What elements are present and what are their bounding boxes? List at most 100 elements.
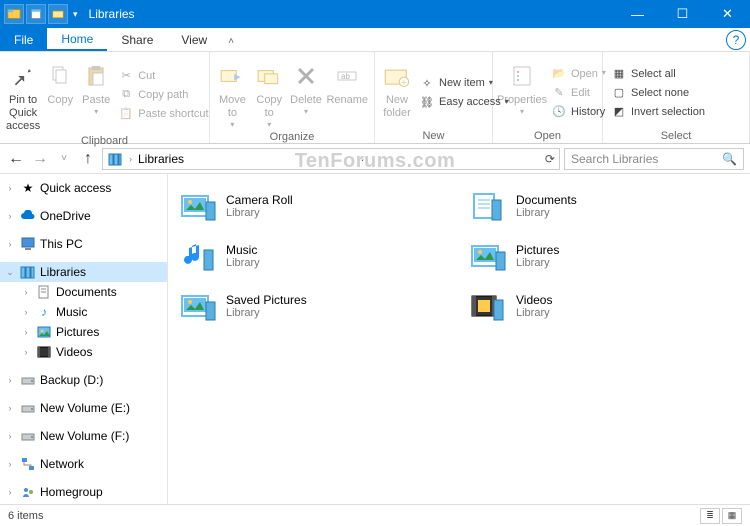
group-label-open: Open	[499, 129, 596, 143]
invert-icon: ◩	[611, 104, 627, 120]
address-dropdown-icon[interactable]: ˅	[360, 154, 365, 164]
chevron-right-icon[interactable]: ›	[4, 211, 16, 221]
nav-music[interactable]: ›♪Music	[0, 302, 167, 322]
chevron-right-icon[interactable]: ›	[4, 487, 16, 497]
library-item-videos[interactable]: VideosLibrary	[464, 284, 744, 328]
select-none-icon: ▢	[611, 85, 627, 101]
tab-file[interactable]: File	[0, 28, 47, 51]
saved-pictures-icon	[178, 288, 218, 324]
library-item-saved-pictures[interactable]: Saved PicturesLibrary	[174, 284, 454, 328]
nav-quick-access[interactable]: ›★Quick access	[0, 178, 167, 198]
nav-backup-d[interactable]: ›Backup (D:)	[0, 370, 167, 390]
rename-icon: ab	[331, 60, 363, 92]
videos-lib-icon	[468, 288, 508, 324]
chevron-right-icon[interactable]: ›	[4, 459, 16, 469]
edit-button[interactable]: ✎Edit	[549, 84, 608, 102]
chevron-down-icon: ▾	[304, 107, 308, 117]
nav-libraries[interactable]: ⌄Libraries	[0, 262, 167, 282]
address-segment[interactable]: Libraries	[138, 152, 184, 166]
chevron-right-icon[interactable]: ›	[129, 154, 132, 164]
chevron-right-icon[interactable]: ›	[20, 287, 32, 297]
open-button[interactable]: 📂Open ▾	[549, 65, 608, 83]
nav-videos[interactable]: ›Videos	[0, 342, 167, 362]
chevron-right-icon[interactable]: ›	[20, 327, 32, 337]
delete-button[interactable]: Delete▾	[290, 56, 323, 130]
navigation-pane[interactable]: ›★Quick access ›OneDrive ›This PC ⌄Libra…	[0, 174, 168, 504]
help-icon[interactable]: ?	[726, 30, 746, 50]
nav-documents[interactable]: ›Documents	[0, 282, 167, 302]
ribbon: Pin to Quick access Copy Paste ▾ ✂Cut ⧉C…	[0, 52, 750, 144]
chevron-right-icon[interactable]: ›	[4, 403, 16, 413]
nav-network[interactable]: ›Network	[0, 454, 167, 474]
chevron-right-icon[interactable]: ›	[20, 307, 32, 317]
select-all-button[interactable]: ▦Select all	[609, 65, 707, 83]
chevron-right-icon[interactable]: ›	[4, 375, 16, 385]
chevron-right-icon[interactable]: ›	[4, 431, 16, 441]
move-to-button[interactable]: Move to▾	[216, 56, 249, 130]
close-button[interactable]: ✕	[705, 0, 750, 28]
copy-to-icon	[253, 60, 285, 92]
tab-view[interactable]: View	[167, 28, 221, 51]
copy-to-button[interactable]: Copy to▾	[253, 56, 286, 130]
ribbon-tabs: File Home Share View ˄ ?	[0, 28, 750, 52]
nav-newvol-f[interactable]: ›New Volume (F:)	[0, 426, 167, 446]
camera-roll-icon	[178, 188, 218, 224]
drive-icon	[20, 428, 36, 444]
recent-locations-button[interactable]: ˅	[54, 149, 74, 169]
nav-onedrive[interactable]: ›OneDrive	[0, 206, 167, 226]
nav-homegroup[interactable]: ›Homegroup	[0, 482, 167, 502]
tab-home[interactable]: Home	[47, 28, 107, 51]
window-title: Libraries	[89, 7, 135, 21]
search-input[interactable]: Search Libraries 🔍	[564, 148, 744, 170]
search-icon[interactable]: 🔍	[722, 152, 737, 166]
homegroup-icon	[20, 484, 36, 500]
properties-button[interactable]: Properties▾	[499, 56, 545, 129]
qat-dropdown-icon[interactable]: ▾	[70, 9, 81, 20]
back-button[interactable]: ←	[6, 149, 26, 169]
history-button[interactable]: 🕓History	[549, 103, 608, 121]
library-item-camera-roll[interactable]: Camera RollLibrary	[174, 184, 454, 228]
paste-shortcut-button[interactable]: 📋Paste shortcut	[116, 105, 210, 123]
library-item-music[interactable]: MusicLibrary	[174, 234, 454, 278]
up-button[interactable]: ↑	[78, 149, 98, 169]
status-count: 6 items	[8, 510, 43, 522]
refresh-button[interactable]: ⟳	[545, 152, 555, 166]
invert-selection-button[interactable]: ◩Invert selection	[609, 103, 707, 121]
maximize-button[interactable]: ☐	[660, 0, 705, 28]
view-large-icons-button[interactable]: ▦	[722, 508, 742, 524]
library-item-documents[interactable]: DocumentsLibrary	[464, 184, 744, 228]
select-none-button[interactable]: ▢Select none	[609, 84, 707, 102]
chevron-down-icon[interactable]: ⌄	[4, 267, 16, 278]
pin-quick-access-button[interactable]: Pin to Quick access	[6, 56, 40, 134]
cut-button[interactable]: ✂Cut	[116, 67, 210, 85]
library-item-pictures[interactable]: PicturesLibrary	[464, 234, 744, 278]
music-icon: ♪	[36, 304, 52, 320]
rename-button[interactable]: ab Rename	[326, 56, 368, 130]
collapse-ribbon-icon[interactable]: ˄	[221, 31, 241, 51]
address-bar: ← → ˅ ↑ › Libraries ˅ ⟳ Search Libraries…	[0, 144, 750, 174]
copy-button[interactable]: Copy	[44, 56, 76, 134]
nav-pictures[interactable]: ›Pictures	[0, 322, 167, 342]
easy-access-icon: ⛓	[419, 94, 435, 110]
group-label-new: New	[381, 129, 486, 143]
forward-button[interactable]: →	[30, 149, 50, 169]
chevron-right-icon[interactable]: ›	[4, 183, 16, 193]
pin-icon	[7, 60, 39, 92]
pictures-icon	[36, 324, 52, 340]
content-pane[interactable]: Camera RollLibrary DocumentsLibrary Musi…	[168, 174, 750, 504]
copy-path-button[interactable]: ⧉Copy path	[116, 86, 210, 104]
chevron-right-icon[interactable]: ›	[4, 239, 16, 249]
svg-text:+: +	[401, 77, 406, 87]
minimize-button[interactable]: —	[615, 0, 660, 28]
view-details-button[interactable]: ≣	[700, 508, 720, 524]
qat-properties-icon[interactable]	[26, 4, 46, 24]
address-input[interactable]: › Libraries ˅ ⟳	[102, 148, 560, 170]
tab-share[interactable]: Share	[107, 28, 167, 51]
qat-newfolder-icon[interactable]	[48, 4, 68, 24]
chevron-right-icon[interactable]: ›	[20, 347, 32, 357]
nav-newvol-e[interactable]: ›New Volume (E:)	[0, 398, 167, 418]
paste-button[interactable]: Paste ▾	[80, 56, 112, 134]
new-folder-button[interactable]: + New folder	[381, 56, 413, 129]
nav-this-pc[interactable]: ›This PC	[0, 234, 167, 254]
chevron-down-icon: ▾	[230, 120, 234, 130]
